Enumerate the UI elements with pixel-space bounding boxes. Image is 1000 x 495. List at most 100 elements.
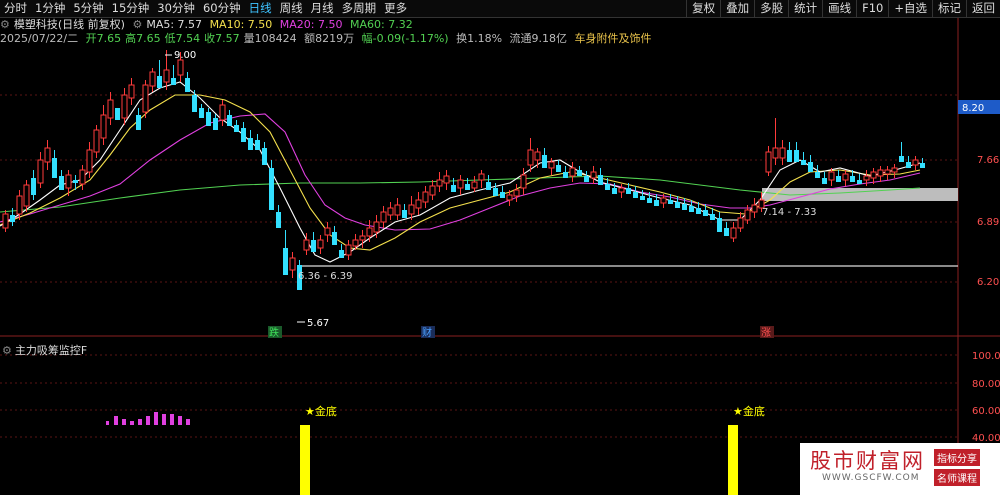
candle-body <box>234 125 239 132</box>
marker-zhang[interactable]: 涨 <box>761 327 771 339</box>
candle-body <box>10 215 15 222</box>
candle-body <box>115 108 120 120</box>
indicator-settings-icon[interactable]: ⚙ <box>2 344 12 357</box>
candle-body <box>703 210 708 216</box>
candle-body <box>618 187 625 193</box>
candle-body <box>352 239 359 247</box>
candle-body <box>478 173 485 181</box>
candle-body <box>157 76 162 88</box>
candle-body <box>255 140 260 150</box>
candle-body <box>149 71 156 87</box>
candle-body <box>737 217 744 229</box>
candle-body <box>730 227 737 239</box>
candle-body <box>577 170 582 176</box>
candle-body <box>199 108 204 118</box>
candle-body <box>808 162 813 172</box>
indicator-tick: 60.00 <box>972 406 1000 417</box>
candle-body <box>121 94 128 119</box>
candle-body <box>891 167 898 173</box>
resistance-zone-label: 7.14 - 7.33 <box>762 207 817 218</box>
candle-body <box>37 159 44 184</box>
price-tick: 7.66 <box>977 155 999 166</box>
candle-body <box>710 214 715 220</box>
signal-label-1: ★金底 <box>305 404 337 418</box>
price-tick: 6.20 <box>977 277 999 288</box>
candle-body <box>269 168 274 210</box>
signal-label-2: ★金底 <box>733 404 765 418</box>
candle-body <box>744 209 751 221</box>
candle-body <box>527 149 534 166</box>
candle-body <box>801 160 806 165</box>
candle-body <box>884 169 891 175</box>
event-markers[interactable]: 跌 财 涨 <box>268 326 774 339</box>
candle-body <box>513 189 520 197</box>
candle-body <box>402 210 407 218</box>
candle-body <box>283 248 288 275</box>
candle-body <box>324 227 331 236</box>
candle-body <box>276 212 281 228</box>
candle-body <box>506 194 513 201</box>
marker-cai[interactable]: 财 <box>422 326 432 339</box>
candle-body <box>598 175 603 185</box>
candle-body <box>31 178 36 195</box>
candle-body <box>73 180 78 183</box>
candle-body <box>79 169 86 185</box>
candle-body <box>486 182 491 190</box>
candle-body <box>206 112 211 126</box>
candle-body <box>443 175 450 184</box>
candle-body <box>387 207 394 216</box>
candle-body <box>863 175 870 181</box>
candle-body <box>870 171 877 179</box>
candle-body <box>303 239 310 251</box>
candle-body <box>912 159 919 166</box>
candle-body <box>899 156 904 162</box>
candle-body <box>136 115 141 130</box>
candle-body <box>647 198 652 203</box>
candle-body <box>394 204 401 216</box>
candle-body <box>408 204 415 215</box>
low-label: 5.67 <box>307 318 329 329</box>
candle-body <box>457 179 464 189</box>
candle-body <box>227 115 232 126</box>
candle-body <box>605 184 610 190</box>
candle-body <box>500 192 505 198</box>
candle-body <box>44 147 51 163</box>
candle-body <box>359 235 366 241</box>
candle-body <box>107 99 114 119</box>
candle-body <box>668 200 673 204</box>
indicator-tick: 100.00 <box>972 351 1000 362</box>
candle-body <box>584 176 589 182</box>
indicator-axis: 100.00 80.00 60.00 40.00 <box>972 351 1000 444</box>
candle-body <box>654 200 659 206</box>
high-label: 9.00 <box>174 50 196 61</box>
candle-body <box>836 176 841 182</box>
candle-body <box>633 192 638 198</box>
candle-body <box>751 204 758 213</box>
candle-body <box>422 191 429 203</box>
candle-body <box>640 196 645 200</box>
candle-body <box>2 213 9 229</box>
indicator-title: 主力吸筹监控F <box>14 344 88 357</box>
candle-body <box>332 232 337 245</box>
candle-body <box>171 78 176 85</box>
marker-die[interactable]: 跌 <box>269 326 279 339</box>
chart-canvas: 7.66 6.89 6.20 8.20 100.00 80.00 60.00 4… <box>0 18 1000 495</box>
watermark-url: WWW.GSCFW.COM <box>822 473 920 483</box>
candle-body <box>128 84 135 99</box>
candle-body <box>262 148 267 165</box>
candle-body <box>682 204 687 210</box>
candle-body <box>717 218 722 232</box>
candle-body <box>16 195 23 215</box>
candle-body <box>23 184 30 207</box>
candle-body <box>765 151 772 173</box>
candle-body <box>289 257 296 271</box>
candle-body <box>542 155 547 168</box>
candle-body <box>185 78 190 92</box>
candle-body <box>612 188 617 194</box>
candle-body <box>213 118 218 130</box>
candle-body <box>100 114 107 139</box>
candle-body <box>311 240 316 252</box>
candle-body <box>772 147 779 159</box>
candle-body <box>626 188 631 194</box>
candle-body <box>451 185 456 192</box>
